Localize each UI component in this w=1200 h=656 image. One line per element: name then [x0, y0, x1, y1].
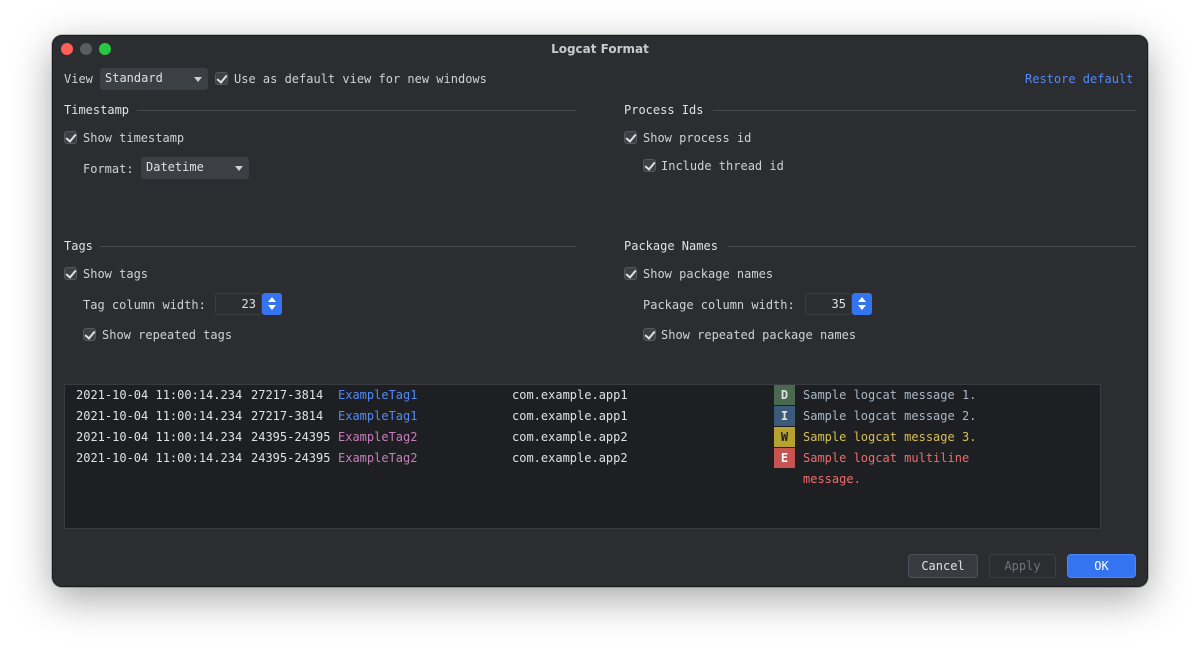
log-package: com.example.app1 — [512, 409, 628, 423]
log-timestamp: 2021-10-04 11:00:14.234 — [76, 388, 243, 402]
ok-button[interactable]: OK — [1067, 554, 1136, 578]
package-width-spinner[interactable]: 35 — [805, 293, 873, 315]
timestamp-divider — [137, 110, 577, 111]
log-timestamp: 2021-10-04 11:00:14.234 — [76, 451, 243, 465]
log-message-continuation: message. — [803, 472, 861, 486]
tag-width-spinner[interactable]: 23 — [215, 293, 283, 315]
log-row: 2021-10-04 11:00:14.234 24395-24395 Exam… — [65, 427, 1100, 447]
stepper-arrows-icon[interactable] — [852, 293, 872, 315]
logcat-preview: 2021-10-04 11:00:14.234 27217-3814 Examp… — [64, 384, 1101, 529]
chevron-down-icon — [235, 166, 243, 171]
show-timestamp-checkbox[interactable] — [64, 131, 77, 144]
tags-section-title: Tags — [64, 239, 93, 253]
log-timestamp: 2021-10-04 11:00:14.234 — [76, 430, 243, 444]
log-pid: 27217-3814 — [251, 409, 324, 423]
stepper-arrows-icon[interactable] — [262, 293, 282, 315]
timestamp-format-dropdown[interactable]: Datetime — [141, 157, 249, 179]
timestamp-format-value: Datetime — [146, 160, 204, 174]
packages-section-title: Package Names — [624, 239, 718, 253]
show-tags-label: Show tags — [83, 267, 149, 281]
log-level-badge: E — [774, 448, 795, 468]
view-dropdown[interactable]: Standard — [100, 68, 208, 90]
log-row: 2021-10-04 11:00:14.234 24395-24395 Exam… — [65, 448, 1100, 468]
log-message: Sample logcat multiline — [803, 451, 970, 465]
log-row-continuation: message. — [65, 469, 1100, 489]
show-repeated-packages-label: Show repeated package names — [661, 328, 857, 342]
tag-width-input[interactable]: 23 — [215, 293, 262, 315]
process-divider — [713, 110, 1137, 111]
cancel-button[interactable]: Cancel — [908, 554, 978, 578]
log-tag: ExampleTag2 — [338, 430, 418, 444]
package-width-input[interactable]: 35 — [805, 293, 852, 315]
log-pid: 24395-24395 — [251, 430, 331, 444]
show-repeated-tags-label: Show repeated tags — [102, 328, 233, 342]
log-level-badge: D — [774, 385, 795, 405]
timestamp-section-title: Timestamp — [64, 103, 130, 117]
log-tag: ExampleTag1 — [338, 409, 418, 423]
view-dropdown-value: Standard — [105, 71, 163, 85]
include-thread-id-label: Include thread id — [661, 159, 784, 173]
view-label: View — [64, 72, 93, 86]
log-row: 2021-10-04 11:00:14.234 27217-3814 Examp… — [65, 385, 1100, 405]
show-repeated-tags-checkbox[interactable] — [83, 328, 96, 341]
log-message: Sample logcat message 1. — [803, 388, 977, 402]
chevron-down-icon — [194, 77, 202, 82]
window-title: Logcat Format — [551, 42, 649, 56]
show-package-names-label: Show package names — [643, 267, 774, 281]
logcat-format-dialog: Logcat Format View Standard Use as defau… — [52, 35, 1148, 587]
log-message: Sample logcat message 2. — [803, 409, 977, 423]
log-tag: ExampleTag2 — [338, 451, 418, 465]
title-bar: Logcat Format — [53, 36, 1147, 62]
show-tags-checkbox[interactable] — [64, 267, 77, 280]
default-view-label: Use as default view for new windows — [234, 72, 487, 86]
include-thread-id-checkbox[interactable] — [643, 159, 656, 172]
log-tag: ExampleTag1 — [338, 388, 418, 402]
log-message: Sample logcat message 3. — [803, 430, 977, 444]
apply-button[interactable]: Apply — [989, 554, 1056, 578]
show-process-id-label: Show process id — [643, 131, 752, 145]
log-pid: 24395-24395 — [251, 451, 331, 465]
show-repeated-packages-checkbox[interactable] — [643, 328, 656, 341]
log-row: 2021-10-04 11:00:14.234 27217-3814 Examp… — [65, 406, 1100, 426]
show-package-names-checkbox[interactable] — [624, 267, 637, 280]
log-package: com.example.app1 — [512, 388, 628, 402]
show-timestamp-label: Show timestamp — [83, 131, 185, 145]
restore-default-link[interactable]: Restore default — [1025, 72, 1133, 86]
log-pid: 27217-3814 — [251, 388, 324, 402]
default-view-checkbox[interactable] — [215, 72, 228, 85]
show-process-id-checkbox[interactable] — [624, 131, 637, 144]
packages-divider — [727, 246, 1137, 247]
log-package: com.example.app2 — [512, 451, 628, 465]
log-package: com.example.app2 — [512, 430, 628, 444]
log-timestamp: 2021-10-04 11:00:14.234 — [76, 409, 243, 423]
package-width-label: Package column width: — [643, 298, 795, 312]
log-level-badge: W — [774, 427, 795, 447]
process-section-title: Process Ids — [624, 103, 704, 117]
log-level-badge: I — [774, 406, 795, 426]
tag-width-label: Tag column width: — [83, 298, 206, 312]
format-label: Format: — [83, 162, 134, 176]
tags-divider — [100, 246, 577, 247]
